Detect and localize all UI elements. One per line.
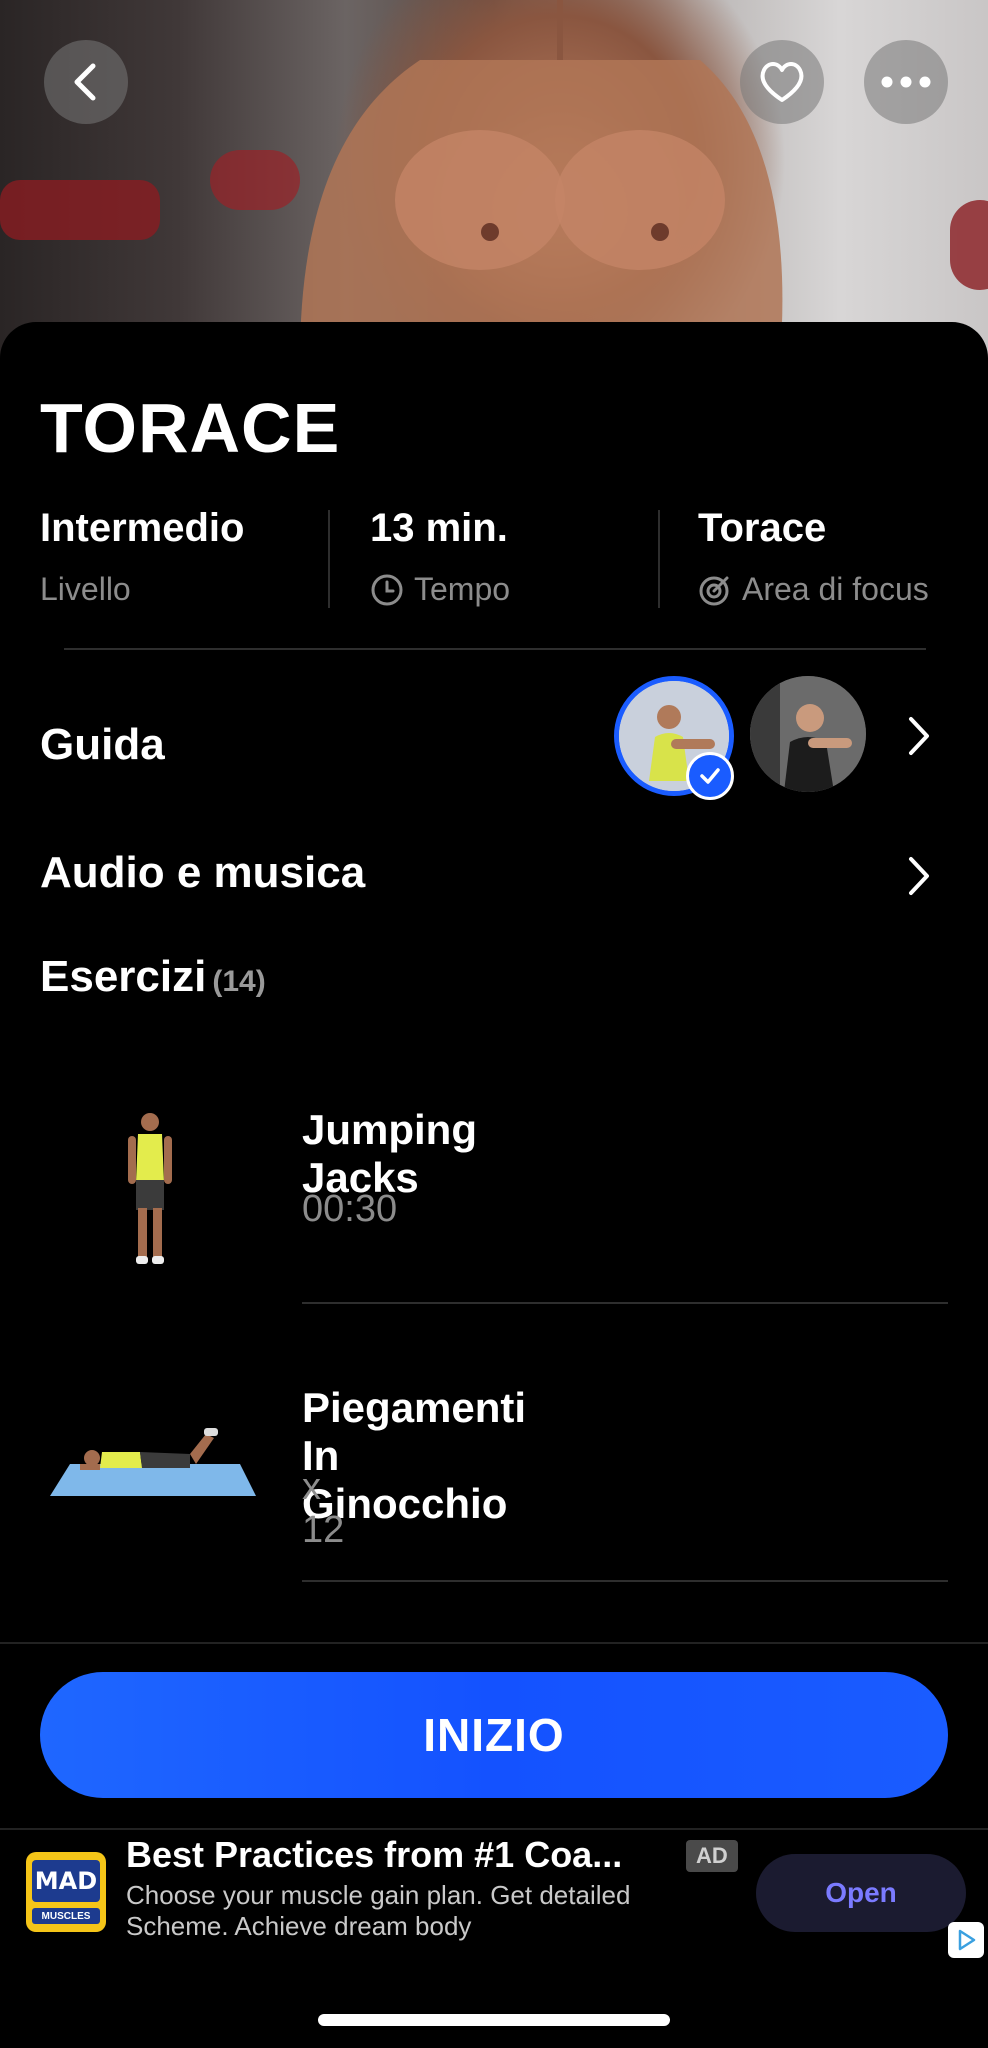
- exercises-heading: Esercizi (14): [40, 952, 266, 1002]
- clock-icon: [371, 574, 403, 605]
- stat-level-value: Intermedio: [40, 506, 245, 550]
- target-icon: [699, 576, 729, 605]
- ad-logo: MAD MUSCLES: [26, 1852, 106, 1932]
- play-triangle-icon: [958, 1929, 976, 1951]
- adchoices-icon[interactable]: [948, 1922, 984, 1958]
- start-button[interactable]: INIZIO: [40, 1672, 948, 1798]
- guide-row[interactable]: Guida: [0, 670, 988, 802]
- heart-icon: [760, 62, 804, 102]
- chevron-right-icon: [909, 717, 929, 755]
- audio-music-row[interactable]: Audio e musica: [0, 836, 988, 916]
- torso-illustration: [300, 0, 783, 360]
- ad-open-button[interactable]: Open: [756, 1854, 966, 1932]
- divider: [0, 1642, 988, 1644]
- audio-music-label: Audio e musica: [40, 848, 366, 897]
- checkmark-icon: [700, 768, 720, 784]
- ad-title[interactable]: Best Practices from #1 Coa...: [126, 1834, 622, 1876]
- exercises-title: Esercizi: [40, 952, 207, 1001]
- hero-image: [0, 0, 988, 360]
- guide-avatar-video[interactable]: [750, 676, 866, 792]
- home-indicator[interactable]: [318, 2014, 670, 2026]
- stat-time-value: 13 min.: [370, 506, 508, 550]
- divider: [302, 1580, 948, 1582]
- more-options-button[interactable]: [864, 40, 948, 124]
- ad-description: Choose your muscle gain plan. Get detail…: [126, 1880, 631, 1941]
- stat-level-label: Livello: [40, 571, 131, 607]
- exercise-detail: x 12: [302, 1466, 345, 1551]
- exercises-count: (14): [212, 965, 266, 998]
- divider: [658, 510, 660, 608]
- exercise-detail: 00:30: [302, 1188, 398, 1230]
- exercise-thumbnail: [50, 1428, 256, 1496]
- stat-level: Intermedio Livello: [40, 506, 244, 608]
- avatar: [750, 676, 866, 792]
- favorite-button[interactable]: [740, 40, 824, 124]
- divider: [302, 1302, 948, 1304]
- exercise-thumbnail: [128, 1113, 172, 1264]
- stat-time-label: Tempo: [414, 571, 511, 607]
- divider: [328, 510, 330, 608]
- chevron-left-icon: [74, 63, 96, 101]
- ad-logo-text-top: MAD: [32, 1860, 100, 1902]
- divider: [64, 648, 926, 650]
- guide-label: Guida: [40, 720, 165, 769]
- stat-focus-label: Area di focus: [742, 571, 929, 607]
- more-dots-icon: [881, 76, 931, 88]
- back-button[interactable]: [44, 40, 128, 124]
- selected-check-badge: [686, 752, 734, 800]
- chevron-right-icon: [909, 857, 929, 895]
- ad-logo-text-bottom: MUSCLES: [32, 1908, 100, 1924]
- stat-time: 13 min. Tempo: [370, 506, 510, 608]
- ad-badge: AD: [686, 1840, 738, 1872]
- workout-title: TORACE: [40, 389, 341, 467]
- stat-focus: Torace Area di focus: [698, 506, 929, 608]
- stat-focus-value: Torace: [698, 506, 827, 550]
